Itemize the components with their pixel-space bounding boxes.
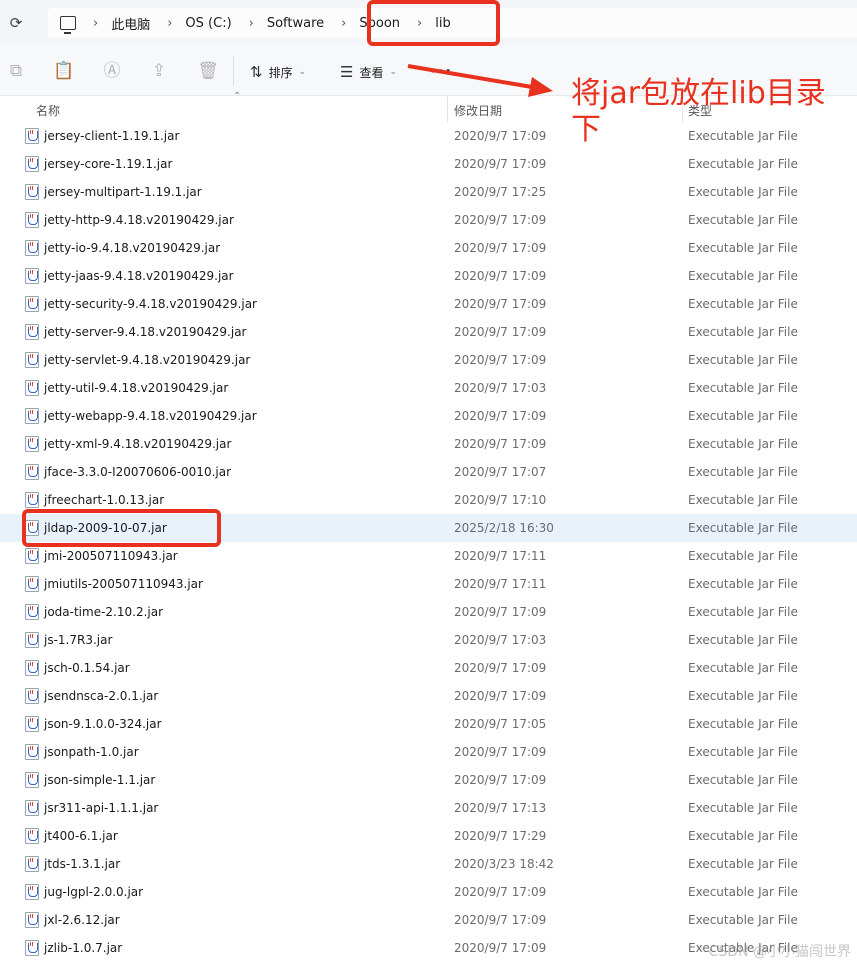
arrow-head bbox=[528, 77, 553, 97]
watermark: CSDN @小小猫闯世界 bbox=[708, 944, 851, 960]
arrow-shaft bbox=[407, 64, 539, 90]
annotation-text: 将jar包放在lib目录下 bbox=[571, 76, 826, 147]
